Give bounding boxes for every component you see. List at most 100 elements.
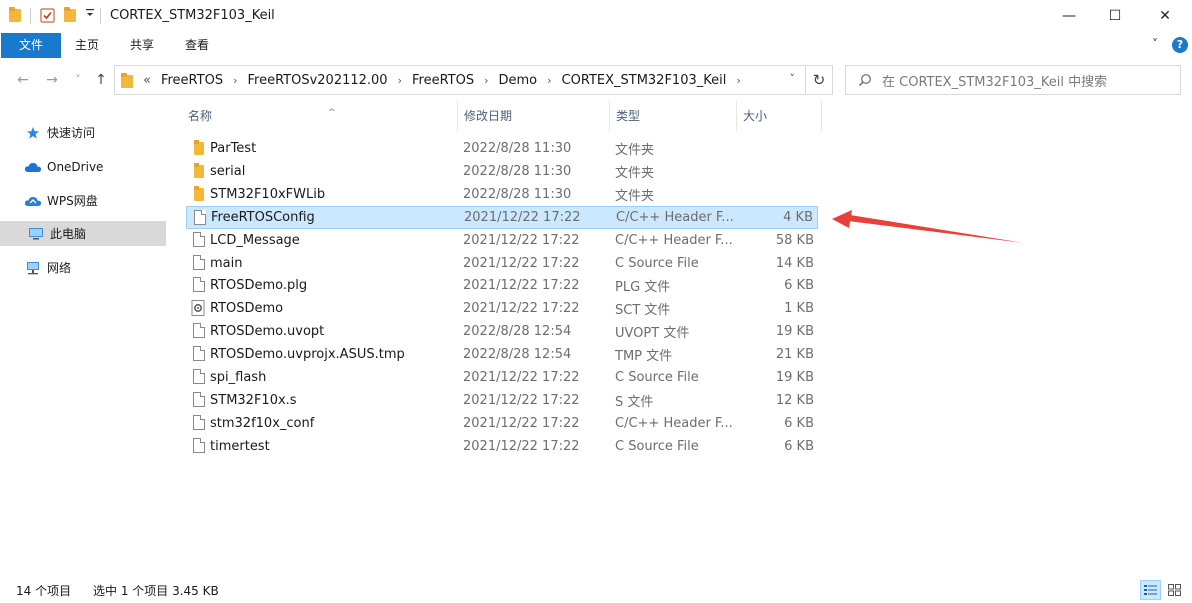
close-button[interactable]: ✕: [1142, 0, 1188, 32]
breadcrumb-separator[interactable]: ›: [484, 74, 488, 87]
file-name: FreeRTOSConfig: [211, 209, 315, 225]
file-date: 2021/12/22 17:22: [463, 301, 580, 317]
file-row[interactable]: stm32f10x_conf 2021/12/22 17:22 C/C++ Head…: [186, 412, 818, 435]
sidebar-item-onedrive[interactable]: OneDrive: [0, 154, 166, 179]
file-size: 21 KB: [775, 347, 814, 363]
maximize-icon: ☐: [1108, 8, 1122, 24]
column-header-size[interactable]: 大小: [737, 101, 821, 131]
folder-icon: [191, 185, 207, 203]
file-row[interactable]: RTOSDemo.uvopt 2022/8/28 12:54 UVOPT 文件 19 …: [186, 320, 818, 343]
computer-icon: [27, 227, 45, 241]
large-icons-view-icon: [1168, 584, 1181, 596]
cloud-drive-icon: [24, 194, 42, 208]
customize-toolbar-icon[interactable]: [85, 7, 95, 19]
minimize-button[interactable]: —: [1046, 0, 1092, 32]
column-header-type[interactable]: 类型: [610, 101, 735, 131]
file-icon: [191, 391, 207, 409]
expand-ribbon-icon[interactable]: ˅: [1152, 37, 1158, 51]
file-size: 4 KB: [783, 209, 813, 225]
breadcrumb-item[interactable]: CORTEX_STM32F103_Keil: [562, 73, 727, 88]
file-name: STM32F10x.s: [210, 392, 297, 408]
file-date: 2022/8/28 12:54: [463, 347, 572, 363]
tab-view[interactable]: 查看: [175, 33, 219, 58]
file-icon: [191, 277, 207, 294]
status-bar: 14 个项目 选中 1 个项目 3.45 KB: [0, 577, 1192, 603]
refresh-button[interactable]: ↻: [806, 65, 833, 95]
file-row[interactable]: serial 2022/8/28 11:30 文件夹: [186, 160, 818, 183]
sidebar-item-label: OneDrive: [47, 159, 104, 174]
recent-locations-button[interactable]: ˅: [68, 69, 88, 91]
breadcrumb-separator[interactable]: ›: [736, 74, 740, 87]
sidebar-item-this-pc[interactable]: 此电脑: [0, 221, 166, 246]
sidebar-item-label: 此电脑: [50, 227, 87, 241]
sidebar-item-wps-drive[interactable]: WPS网盘: [0, 188, 166, 213]
file-date: 2021/12/22 17:22: [463, 392, 580, 408]
navigation-bar: ← → ˅ ↑ « FreeRTOS › FreeRTOSv202112.00 …: [0, 59, 1192, 101]
tab-share[interactable]: 共享: [120, 33, 164, 58]
column-header-name[interactable]: 名称 ^: [182, 101, 456, 131]
new-folder-icon[interactable]: [64, 7, 76, 22]
file-row[interactable]: RTOSDemo.uvprojx.ASUS.tmp 2022/8/28 12:54…: [186, 343, 818, 366]
search-input[interactable]: 在 CORTEX_STM32F103_Keil 中搜索: [845, 65, 1181, 95]
breadcrumb-item[interactable]: FreeRTOSv202112.00: [247, 73, 387, 88]
sidebar-item-network[interactable]: 网络: [0, 255, 166, 280]
details-view-button[interactable]: [1140, 580, 1161, 600]
file-row[interactable]: STM32F10x.s 2021/12/22 17:22 S 文件 12 KB: [186, 389, 818, 412]
file-date: 2021/12/22 17:22: [463, 370, 580, 385]
file-row[interactable]: STM32F10xFWLib 2022/8/28 11:30 文件夹: [186, 183, 818, 206]
column-divider[interactable]: [821, 101, 822, 131]
file-name: STM32F10xFWLib: [210, 186, 326, 202]
breadcrumb-separator[interactable]: ›: [547, 74, 551, 87]
sidebar-item-quick-access[interactable]: 快速访问: [0, 120, 166, 145]
file-size: 6 KB: [784, 415, 814, 431]
cloud-icon: [24, 160, 42, 174]
file-icon: [192, 209, 208, 227]
file-date: 2021/12/22 17:22: [463, 415, 580, 431]
properties-icon[interactable]: [40, 8, 55, 23]
large-icons-view-button[interactable]: [1164, 580, 1185, 600]
tab-file[interactable]: 文件: [1, 33, 61, 58]
folder-icon: [191, 140, 207, 157]
file-date: 2021/12/22 17:22: [463, 438, 580, 454]
selection-info: 选中 1 个项目 3.45 KB: [93, 584, 219, 598]
file-row[interactable]: spi_flash 2021/12/22 17:22 C Source File 19…: [186, 366, 818, 389]
sidebar-item-label: 快速访问: [47, 126, 96, 140]
ribbon-tabs: 文件 主页 共享 查看 ˅ ?: [0, 32, 1192, 59]
file-name: RTOSDemo.uvprojx.ASUS.tmp: [210, 347, 405, 363]
column-header-date[interactable]: 修改日期: [458, 101, 608, 131]
tab-home[interactable]: 主页: [65, 33, 109, 58]
back-button[interactable]: ←: [13, 69, 33, 91]
forward-button[interactable]: →: [42, 69, 62, 91]
address-bar[interactable]: « FreeRTOS › FreeRTOSv202112.00 › FreeRT…: [114, 65, 806, 95]
breadcrumb-overflow[interactable]: «: [143, 73, 151, 88]
refresh-icon: ↻: [812, 71, 826, 89]
breadcrumb-item[interactable]: Demo: [499, 73, 538, 88]
up-button[interactable]: ↑: [91, 69, 111, 91]
maximize-button[interactable]: ☐: [1092, 0, 1138, 32]
breadcrumb-item[interactable]: FreeRTOS: [412, 73, 474, 88]
breadcrumb-separator[interactable]: ›: [233, 74, 237, 87]
file-type: 文件夹: [615, 188, 655, 204]
file-row[interactable]: RTOSDemo.plg 2021/12/22 17:22 PLG 文件 6 KB: [186, 274, 818, 297]
file-row[interactable]: ParTest 2022/8/28 11:30 文件夹: [186, 137, 818, 160]
file-name: RTOSDemo: [210, 301, 284, 317]
file-row[interactable]: RTOSDemo 2021/12/22 17:22 SCT 文件 1 KB: [186, 297, 818, 320]
file-row[interactable]: LCD_Message 2021/12/22 17:22 C/C++ Header …: [186, 229, 818, 252]
file-row[interactable]: main 2021/12/22 17:22 C Source File 14 KB: [186, 252, 818, 275]
address-dropdown-icon[interactable]: ˅: [790, 72, 796, 85]
help-icon[interactable]: ?: [1172, 37, 1188, 53]
chevron-right-icon[interactable]: [4, 227, 22, 241]
window-title: CORTEX_STM32F103_Keil: [110, 8, 275, 23]
file-name: spi_flash: [210, 370, 267, 385]
close-icon: ✕: [1159, 8, 1171, 24]
file-row[interactable]: timertest 2021/12/22 17:22 C Source File 6 …: [186, 435, 818, 458]
breadcrumb-item[interactable]: FreeRTOS: [161, 73, 223, 88]
file-type: 文件夹: [615, 165, 655, 181]
sidebar-item-label: 网络: [47, 261, 72, 275]
file-date: 2021/12/22 17:22: [464, 209, 581, 225]
file-row[interactable]: FreeRTOSConfig 2021/12/22 17:22 C/C++ Head…: [186, 205, 818, 229]
sidebar-item-label: WPS网盘: [47, 194, 98, 208]
breadcrumb-separator[interactable]: ›: [398, 74, 402, 87]
file-size: 12 KB: [775, 392, 814, 408]
file-size: 19 KB: [775, 324, 814, 340]
